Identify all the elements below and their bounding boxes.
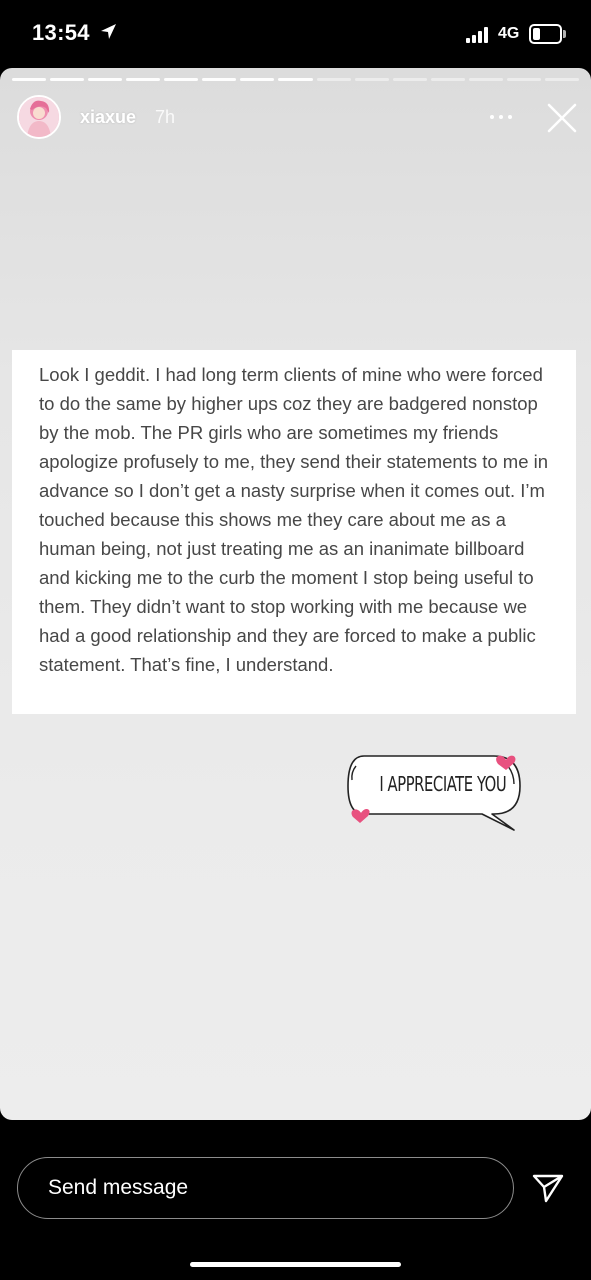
progress-segment <box>430 78 465 81</box>
appreciate-sticker[interactable]: I APPRECIATE YOU <box>342 750 527 834</box>
progress-segment <box>506 78 541 81</box>
avatar-image <box>19 97 59 137</box>
story-progress-bar <box>12 78 579 81</box>
send-message-placeholder: Send message <box>48 1176 189 1199</box>
battery-icon <box>529 24 562 44</box>
signal-icon <box>466 26 492 43</box>
story-body-text: Look I geddit. I had long term clients o… <box>39 364 549 675</box>
status-time: 13:54 <box>32 20 90 45</box>
more-options-icon[interactable] <box>490 112 520 122</box>
progress-segment <box>50 78 85 81</box>
progress-segment <box>126 78 161 81</box>
battery-tip <box>563 30 566 38</box>
progress-segment <box>12 78 47 81</box>
sticker-text: I APPRECIATE YOU <box>379 772 507 796</box>
progress-segment <box>88 78 123 81</box>
progress-segment <box>468 78 503 81</box>
home-indicator[interactable] <box>190 1262 401 1267</box>
progress-segment <box>202 78 237 81</box>
close-icon[interactable] <box>545 101 579 135</box>
avatar[interactable] <box>17 95 61 139</box>
progress-segment <box>164 78 199 81</box>
status-bar: 13:54 4G <box>0 0 591 68</box>
progress-segment <box>354 78 389 81</box>
story-card[interactable]: xiaxue 7h Look I geddit. I had long term… <box>0 68 591 1120</box>
progress-segment <box>278 78 313 81</box>
progress-segment <box>392 78 427 81</box>
network-label: 4G <box>498 25 520 42</box>
story-username[interactable]: xiaxue <box>80 107 136 128</box>
story-time-ago: 7h <box>155 107 176 127</box>
location-arrow-icon <box>101 24 116 39</box>
progress-segment <box>544 78 579 81</box>
send-icon[interactable] <box>531 1172 565 1204</box>
story-text-card: Look I geddit. I had long term clients o… <box>12 350 576 714</box>
progress-segment <box>316 78 351 81</box>
send-message-input[interactable]: Send message <box>17 1157 514 1219</box>
progress-segment <box>240 78 275 81</box>
